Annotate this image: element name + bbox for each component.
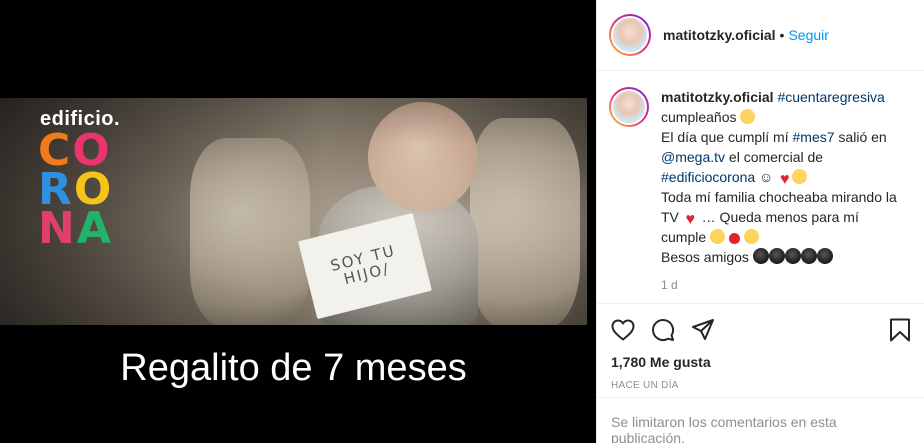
caption-line2a: El día que cumplí mí xyxy=(661,129,793,145)
smiling-face-icon xyxy=(710,229,726,244)
share-icon[interactable] xyxy=(691,318,715,342)
mention-megatv[interactable]: @mega.tv xyxy=(661,149,725,165)
header-separator: • xyxy=(779,27,785,43)
action-bar: 1,780 Me gusta HACE UN DÍA xyxy=(597,303,924,391)
tongue-face-icon xyxy=(728,233,740,244)
comments-disabled-notice: Se limitaron los comentarios en esta pub… xyxy=(597,397,924,443)
bookmark-icon[interactable] xyxy=(889,318,911,342)
grinning-face-icon xyxy=(743,229,759,244)
hashtag-cuentaregresiva[interactable]: #cuentaregresiva xyxy=(777,89,884,105)
caption-time[interactable]: 1 d xyxy=(661,275,901,295)
caption-comment: matitotzky.oficial #cuentaregresiva cump… xyxy=(609,87,912,295)
hashtag-edificiocorona[interactable]: #edificiocorona xyxy=(661,169,755,185)
caption-line1: cumpleaños xyxy=(661,109,741,125)
edificio-corona-logo: edificio. CO RO NA xyxy=(38,108,138,254)
avatar[interactable] xyxy=(609,14,651,56)
likes-count[interactable]: 1,780 Me gusta xyxy=(611,354,911,370)
caption-line3b: ☺ xyxy=(755,169,778,185)
post-media[interactable]: SOY TU HIJO/ edificio. CO RO NA Regalito… xyxy=(0,0,596,443)
heart-icon[interactable] xyxy=(611,319,635,341)
caption-text: matitotzky.oficial #cuentaregresiva cump… xyxy=(661,87,901,295)
caption-line2b: salió en xyxy=(834,129,887,145)
video-caption: Regalito de 7 meses xyxy=(120,347,467,389)
comment-icon[interactable] xyxy=(651,318,675,342)
smiling-face-with-hearts-icon xyxy=(792,169,808,184)
header-username[interactable]: matitotzky.oficial xyxy=(663,27,776,43)
post-date[interactable]: HACE UN DÍA xyxy=(611,380,911,391)
caption-line5: Besos amigos xyxy=(661,249,753,265)
action-icons xyxy=(611,316,911,344)
kiss-face-icon xyxy=(752,248,769,264)
hashtag-mes7[interactable]: #mes7 xyxy=(793,129,835,145)
caption-line3: el comercial de xyxy=(725,149,824,165)
caption-section: matitotzky.oficial #cuentaregresiva cump… xyxy=(597,71,924,304)
post-panel: matitotzky.oficial • Seguir matitotzky.o… xyxy=(596,0,924,443)
logo-big-text: CO RO NA xyxy=(38,125,114,254)
post-header: matitotzky.oficial • Seguir xyxy=(597,0,924,71)
red-heart-icon: ♥ xyxy=(685,211,696,228)
comment-avatar[interactable] xyxy=(609,87,649,127)
follow-button[interactable]: Seguir xyxy=(788,27,828,43)
kiss-face-icon xyxy=(800,248,817,264)
kiss-face-icon xyxy=(784,248,801,264)
video-frame[interactable]: SOY TU HIJO/ edificio. CO RO NA xyxy=(0,98,587,325)
kiss-face-icon xyxy=(816,248,833,264)
kiss-face-icon xyxy=(768,248,785,264)
caption-username[interactable]: matitotzky.oficial xyxy=(661,89,774,105)
red-heart-icon: ♥ xyxy=(780,171,790,188)
smiling-face-with-hearts-icon xyxy=(740,109,756,124)
